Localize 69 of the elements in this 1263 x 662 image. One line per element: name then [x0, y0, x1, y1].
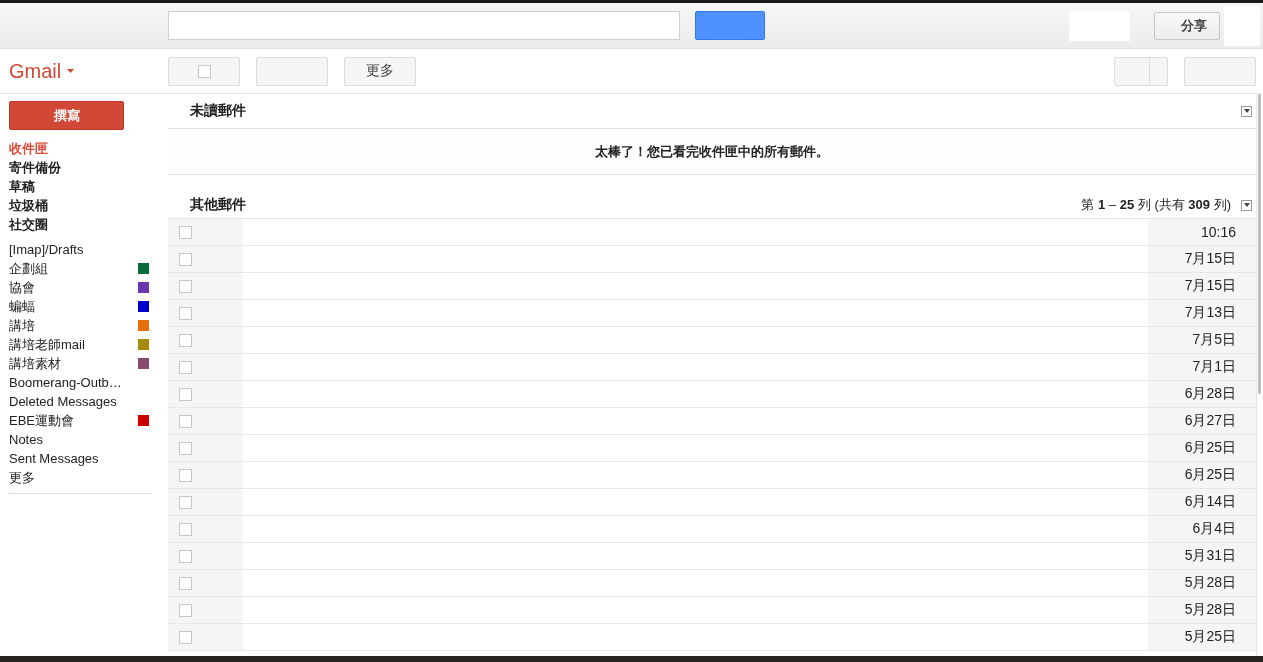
row-checkbox[interactable] — [179, 414, 192, 428]
message-date: 7月15日 — [1184, 250, 1236, 268]
row-checkbox[interactable] — [179, 495, 192, 509]
row-checkbox[interactable] — [179, 630, 192, 644]
pager-button[interactable] — [1114, 56, 1168, 86]
label-item[interactable]: Sent Messages — [9, 449, 99, 468]
message-date: 6月25日 — [1184, 466, 1236, 484]
share-button[interactable]: 分享 — [1154, 11, 1220, 40]
message-date: 5月31日 — [1184, 547, 1236, 565]
message-date: 5月28日 — [1184, 574, 1236, 592]
sidebar-item[interactable]: 社交圈 — [9, 215, 48, 234]
compose-button[interactable]: 撰寫 — [9, 101, 124, 130]
row-checkbox[interactable] — [179, 279, 192, 293]
row-checkbox[interactable] — [179, 252, 192, 266]
section-title: 未讀郵件 — [190, 102, 247, 120]
label-item[interactable]: 講培老師mail — [9, 335, 85, 354]
message-date: 6月25日 — [1184, 439, 1236, 457]
row-checkbox[interactable] — [179, 549, 192, 563]
message-date: 7月1日 — [1192, 358, 1236, 376]
section-title: 其他郵件 — [190, 196, 247, 214]
label-item[interactable]: [Imap]/Drafts — [9, 240, 84, 259]
dropdown-icon[interactable] — [1241, 199, 1252, 211]
search-button[interactable] — [695, 11, 765, 40]
row-checkbox[interactable] — [179, 441, 192, 455]
message-date: 6月27日 — [1184, 412, 1236, 430]
label-item[interactable]: 蝙蝠 — [9, 297, 35, 316]
row-checkbox[interactable] — [179, 360, 192, 374]
label-item[interactable]: EBE運動會 — [9, 411, 74, 430]
sidebar-item[interactable]: 收件匣 — [9, 139, 48, 158]
sidebar-item[interactable]: 垃圾桶 — [9, 196, 48, 215]
label-item[interactable]: 更多 — [9, 468, 35, 487]
blank-message-area[interactable] — [243, 219, 1148, 245]
label-item[interactable]: 講培 — [9, 316, 35, 335]
message-date: 7月5日 — [1192, 331, 1236, 349]
search-field[interactable] — [168, 11, 680, 40]
label-item[interactable]: 協會 — [9, 278, 35, 297]
more-button[interactable]: 更多 — [344, 56, 416, 86]
sidebar-item[interactable]: 寄件備份 — [9, 158, 61, 177]
message-date: 7月13日 — [1184, 304, 1236, 322]
message-date: 10:16 — [1200, 224, 1236, 240]
message-date: 5月25日 — [1184, 628, 1236, 646]
row-checkbox[interactable] — [179, 333, 192, 347]
label-item[interactable]: Deleted Messages — [9, 392, 117, 411]
pagination-text: 第 1 – 25 列 (共有 309 列) — [1081, 196, 1231, 214]
row-checkbox[interactable] — [179, 468, 192, 482]
scrollbar-thumb[interactable] — [1258, 94, 1261, 394]
row-checkbox[interactable] — [179, 576, 192, 590]
settings-button[interactable] — [1184, 56, 1256, 86]
row-checkbox[interactable] — [179, 306, 192, 320]
sidebar-item[interactable]: 草稿 — [9, 177, 35, 196]
caret-icon[interactable] — [67, 69, 75, 73]
message-date: 7月15日 — [1184, 277, 1236, 295]
select-button[interactable] — [168, 56, 240, 86]
row-checkbox[interactable] — [179, 387, 192, 401]
dropdown-icon[interactable] — [1241, 105, 1252, 117]
message-date: 5月28日 — [1184, 601, 1236, 619]
row-checkbox[interactable] — [179, 603, 192, 617]
refresh-button[interactable] — [256, 56, 328, 86]
message-date: 6月4日 — [1192, 520, 1236, 538]
label-item[interactable]: 企劃組 — [9, 259, 48, 278]
gmail-title[interactable]: Gmail — [9, 59, 62, 83]
message-date: 6月28日 — [1184, 385, 1236, 403]
row-checkbox[interactable] — [179, 522, 192, 536]
label-item[interactable]: 講培素材 — [9, 354, 61, 373]
message-date: 6月14日 — [1184, 493, 1236, 511]
row-checkbox[interactable] — [179, 225, 192, 239]
label-item[interactable]: Boomerang-Outb… — [9, 373, 122, 392]
empty-inbox-message: 太棒了！您已看完收件匣中的所有郵件。 — [595, 142, 829, 161]
label-item[interactable]: Notes — [9, 430, 43, 449]
